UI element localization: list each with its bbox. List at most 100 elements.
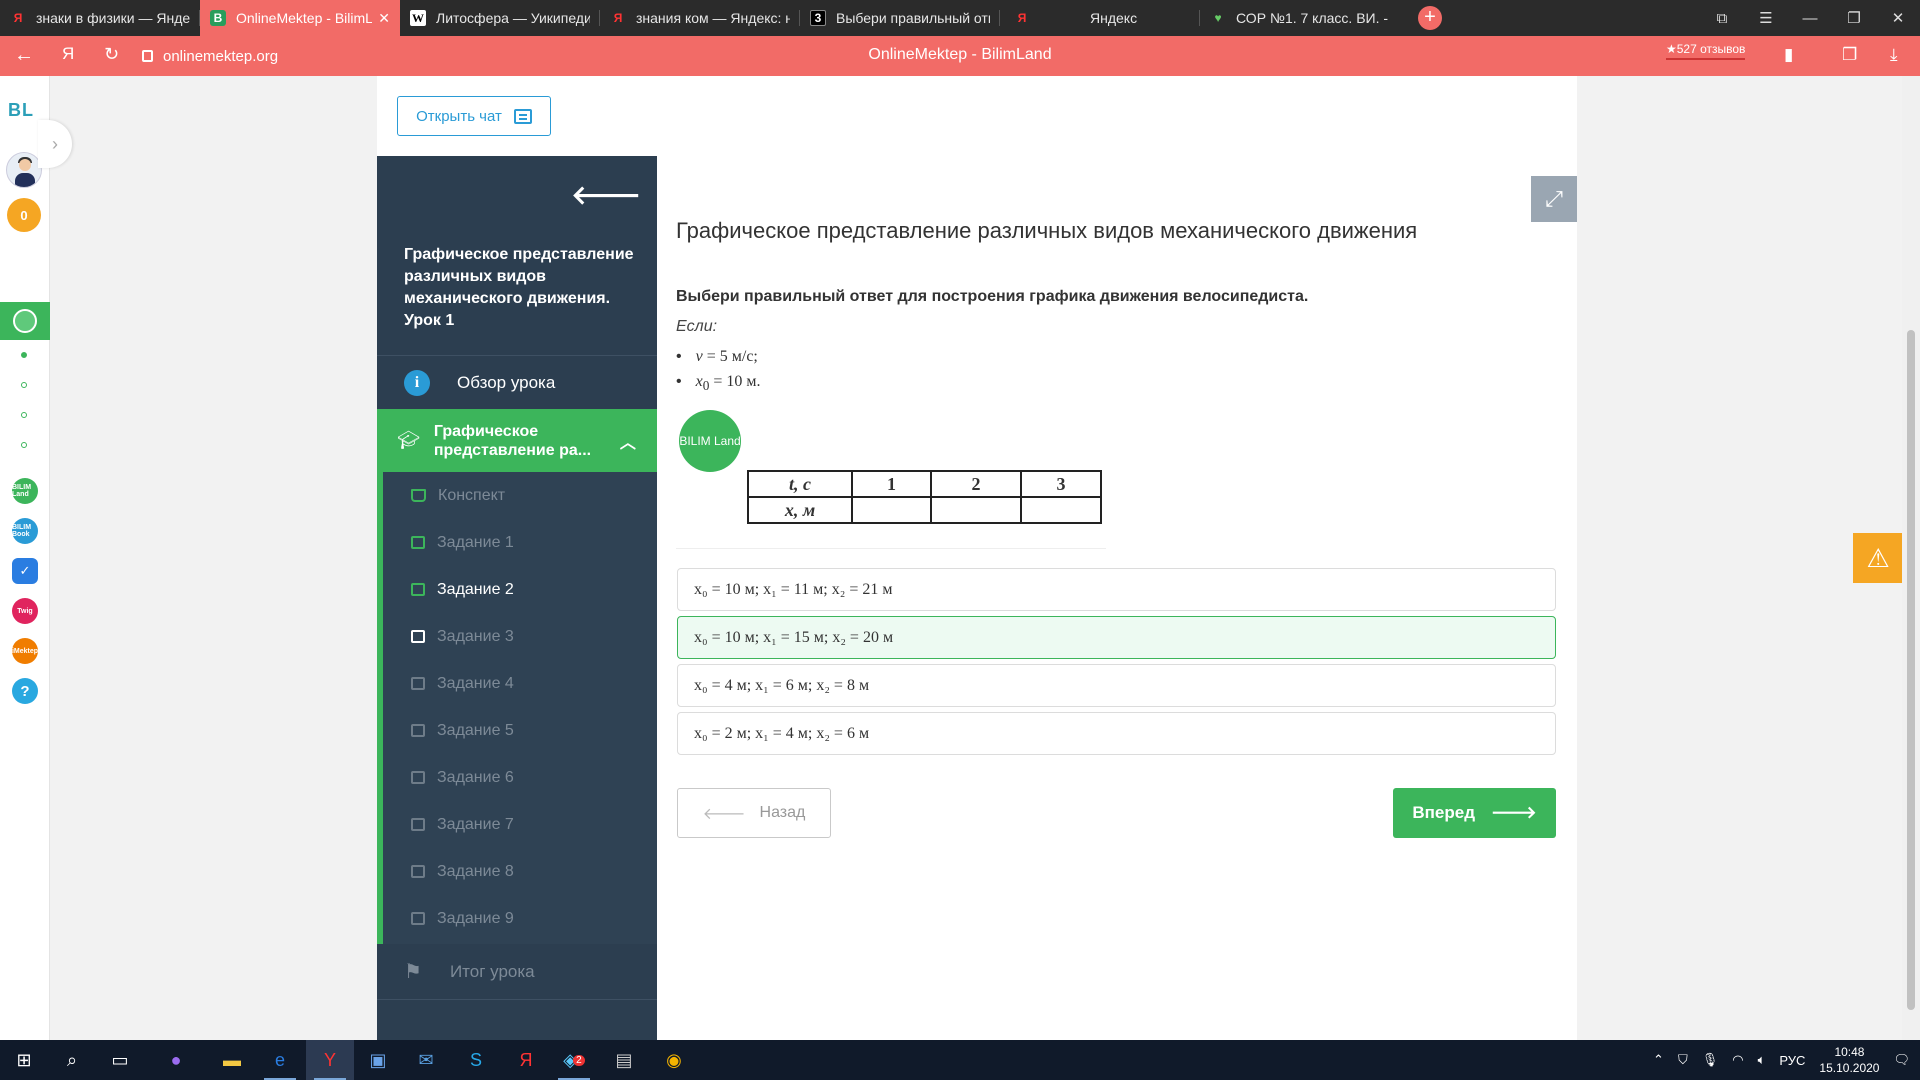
table-row: x, м bbox=[747, 496, 1102, 524]
reviews-link[interactable]: ★527 отзывов bbox=[1666, 42, 1746, 60]
table-cell: 1 bbox=[851, 470, 932, 498]
restore-button[interactable]: ❐ bbox=[1832, 9, 1876, 27]
answer-option[interactable]: x₀ = 10 м; x₁ = 11 м; x₂ = 21 м bbox=[677, 568, 1556, 611]
nav-item-task[interactable]: Задание 8 bbox=[383, 848, 657, 895]
chrome-icon[interactable]: ◉ bbox=[650, 1040, 698, 1080]
browser-tab[interactable]: Я знания ком — Яндекс: нашлось bbox=[600, 0, 800, 36]
skype-icon[interactable]: S bbox=[452, 1040, 500, 1080]
media-icon[interactable]: ▤ bbox=[600, 1040, 648, 1080]
nav-item-overview[interactable]: i Обзор урока bbox=[377, 356, 657, 409]
search-icon[interactable]: ⌕ bbox=[48, 1040, 96, 1080]
bilimbook-app-icon[interactable]: BILIM Book bbox=[12, 518, 38, 544]
windows-start-icon[interactable]: ⊞ bbox=[0, 1040, 48, 1080]
nav-item-label: Задание 6 bbox=[437, 768, 514, 786]
nav-item-task[interactable]: Задание 1 bbox=[383, 519, 657, 566]
fullscreen-icon[interactable]: ⤢ bbox=[1531, 176, 1577, 222]
yandex-icon: Я bbox=[13, 11, 23, 25]
app-with-badge-icon[interactable]: ◈ 2 bbox=[550, 1040, 598, 1080]
question-heading: Графическое представление различных видо… bbox=[676, 218, 1418, 243]
bookmark-icon[interactable]: ▮ bbox=[1784, 45, 1793, 65]
nav-item-task[interactable]: Задание 4 bbox=[383, 660, 657, 707]
minimize-button[interactable]: — bbox=[1788, 10, 1832, 27]
browser-tab[interactable]: W Литосфера — Уикипедия bbox=[400, 0, 600, 36]
file-explorer-icon[interactable]: ▬ bbox=[208, 1040, 256, 1080]
next-button[interactable]: Вперед 🡒 bbox=[1393, 788, 1556, 838]
language-indicator[interactable]: РУС bbox=[1779, 1053, 1805, 1068]
browser-tab[interactable]: 3 Выбери правильный ответ bbox=[800, 0, 1000, 36]
store-icon[interactable]: ▣ bbox=[354, 1040, 402, 1080]
nav-item-konspekt[interactable]: Конспект bbox=[383, 472, 657, 519]
bookmarks-icon[interactable]: ⧉ bbox=[1700, 10, 1744, 27]
new-tab-button[interactable]: + bbox=[1418, 6, 1442, 30]
download-icon[interactable]: ⤓ bbox=[1890, 45, 1898, 65]
avatar[interactable] bbox=[6, 152, 42, 188]
nav-item-task[interactable]: Задание 3 bbox=[383, 613, 657, 660]
clock[interactable]: 10:48 15.10.2020 bbox=[1819, 1044, 1879, 1076]
notifications-icon[interactable]: 🗨︎ bbox=[1893, 1052, 1910, 1068]
browser-tab[interactable]: ♥ СОР №1. 7 класс. ВИ. - Ре bbox=[1200, 0, 1400, 36]
answer-option[interactable]: x₀ = 2 м; x₁ = 4 м; x₂ = 6 м bbox=[677, 712, 1556, 755]
graduation-cap-icon: 🎓︎ bbox=[397, 430, 420, 450]
chevron-up-icon[interactable]: ︿ bbox=[620, 429, 636, 453]
chevron-right-icon[interactable]: › bbox=[38, 120, 72, 168]
next-button-label: Вперед bbox=[1412, 803, 1476, 822]
open-chat-button[interactable]: Открыть чат bbox=[397, 96, 551, 136]
nav-section-active[interactable]: 🎓︎ Графическое представление ра... ︿ bbox=[377, 409, 657, 472]
table-cell bbox=[1020, 496, 1102, 524]
scrollbar[interactable] bbox=[1902, 76, 1920, 1040]
lesson-page: Открыть чат 🡐 Графическое представление … bbox=[377, 76, 1577, 1040]
imektep-app-icon[interactable]: iMektep bbox=[12, 638, 38, 664]
yandex-icon[interactable]: Я bbox=[502, 1040, 550, 1080]
twig-app-icon[interactable]: Twig bbox=[12, 598, 38, 624]
nav-item-task[interactable]: Задание 6 bbox=[383, 754, 657, 801]
scrollbar-thumb[interactable] bbox=[1907, 330, 1915, 1010]
microphone-icon[interactable]: 🎙︎ bbox=[1702, 1052, 1719, 1068]
arrow-left-icon[interactable]: 🡐 bbox=[571, 180, 641, 211]
nav-item-task-current[interactable]: Задание 2 bbox=[383, 566, 657, 613]
back-button[interactable]: 🡐 Назад bbox=[677, 788, 831, 838]
edit-icon bbox=[411, 630, 425, 643]
collections-icon[interactable]: ❐ bbox=[1842, 45, 1857, 65]
browser-tab[interactable]: Я знаки в физики — Яндекс bbox=[0, 0, 200, 36]
info-icon: i bbox=[404, 369, 430, 396]
menu-icon[interactable]: ☰ bbox=[1744, 9, 1788, 27]
nav-item-task[interactable]: Задание 7 bbox=[383, 801, 657, 848]
nav-item-label: Итог урока bbox=[449, 961, 535, 981]
volume-icon[interactable]: 🔈︎ bbox=[1758, 1052, 1766, 1068]
browser-tab[interactable]: Я Яндекс bbox=[1000, 0, 1200, 36]
report-problem-icon[interactable]: ⚠ bbox=[1853, 533, 1903, 583]
table-cell: 3 bbox=[1020, 470, 1102, 498]
window-controls: ⧉ ☰ — ❐ ✕ bbox=[1700, 0, 1920, 36]
chevron-up-icon[interactable]: ⌃ bbox=[1653, 1052, 1664, 1068]
tasks-app-icon[interactable]: ✓ bbox=[12, 558, 38, 584]
security-icon[interactable]: ⛉ bbox=[1678, 1052, 1688, 1068]
app-sidebar: BL › 0 BILIM Land BILIM Book ✓ Twig iMek… bbox=[0, 76, 72, 1040]
mail-icon[interactable]: ✉ bbox=[402, 1040, 450, 1080]
nav-item-summary[interactable]: ⚑ Итог урока bbox=[377, 944, 657, 999]
help-app-icon[interactable]: ? bbox=[12, 678, 38, 704]
bilimland-app-icon[interactable]: BILIM Land bbox=[12, 478, 38, 504]
tab-label: знания ком — Яндекс: нашлось bbox=[636, 10, 790, 26]
edit-icon bbox=[411, 818, 425, 831]
browser-tab-active[interactable]: B OnlineMektep - BilimLand ✕ bbox=[200, 0, 400, 36]
lesson-title: Графическое представление различных видо… bbox=[404, 246, 634, 329]
address-bar: ← Я ↻ onlinemektep.org OnlineMektep - Bi… bbox=[0, 36, 1920, 76]
task-view-icon[interactable]: ▭ bbox=[96, 1040, 144, 1080]
sor-icon: ♥ bbox=[1214, 11, 1222, 25]
nav-item-task[interactable]: Задание 5 bbox=[383, 707, 657, 754]
bilimland-logo[interactable]: BL bbox=[8, 100, 34, 121]
answer-option-selected[interactable]: x₀ = 10 м; x₁ = 15 м; x₂ = 20 м bbox=[677, 616, 1556, 659]
condition-item: • v = 5 м/с; bbox=[676, 348, 758, 365]
nav-item-label: Задание 7 bbox=[437, 815, 514, 833]
alice-icon[interactable]: ● bbox=[152, 1040, 200, 1080]
edit-icon bbox=[411, 583, 425, 596]
onlinemektep-app-icon[interactable] bbox=[0, 302, 50, 340]
nav-item-task[interactable]: Задание 9 bbox=[383, 895, 657, 942]
close-window-button[interactable]: ✕ bbox=[1876, 9, 1920, 27]
answer-option[interactable]: x₀ = 4 м; x₁ = 6 м; x₂ = 8 м bbox=[677, 664, 1556, 707]
edge-icon[interactable]: e bbox=[256, 1040, 304, 1080]
browser-tab-bar: Я знаки в физики — Яндекс B OnlineMektep… bbox=[0, 0, 1920, 36]
wifi-icon[interactable]: ◠ bbox=[1732, 1052, 1743, 1068]
close-icon[interactable]: ✕ bbox=[378, 10, 390, 27]
yandex-browser-icon[interactable]: Y bbox=[306, 1040, 354, 1080]
